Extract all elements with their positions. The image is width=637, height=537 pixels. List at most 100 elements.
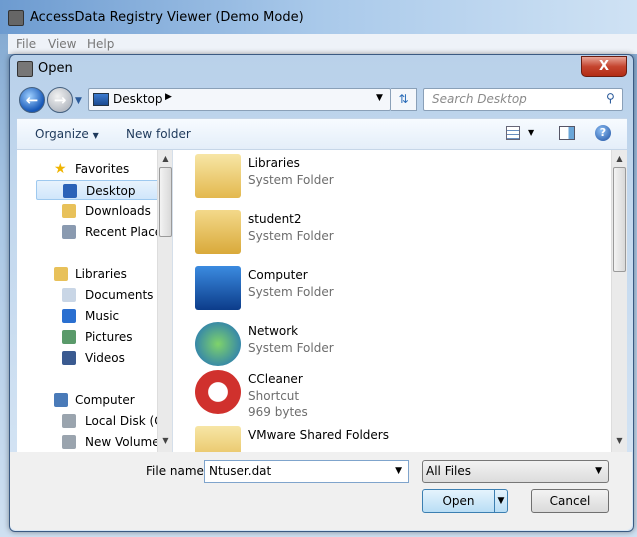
libraries-folder-icon bbox=[195, 154, 241, 198]
sidebar-item-documents[interactable]: Documents bbox=[36, 285, 172, 305]
file-list: Libraries System Folder student2 System Fol… bbox=[173, 150, 627, 452]
file-item-student2[interactable]: student2 System Folder bbox=[173, 208, 611, 262]
file-size: 969 bytes bbox=[248, 405, 308, 419]
sidebar-item-favorites[interactable]: ★ Favorites bbox=[36, 159, 172, 179]
open-button[interactable]: Open ▼ bbox=[422, 489, 508, 513]
scroll-up-icon[interactable]: ▲ bbox=[612, 154, 627, 163]
desktop-icon bbox=[93, 93, 109, 106]
file-item-libraries[interactable]: Libraries System Folder bbox=[173, 152, 611, 206]
search-input[interactable]: Search Desktop ⚲ bbox=[423, 88, 623, 111]
file-name: student2 bbox=[248, 212, 302, 226]
recent-pages-dropdown[interactable]: ▼ bbox=[75, 96, 82, 106]
address-dropdown-icon[interactable]: ▼ bbox=[376, 93, 383, 103]
sidebar-item-new-volume-e[interactable]: New Volume (E:) bbox=[36, 432, 172, 452]
menu-view[interactable]: View bbox=[48, 37, 76, 51]
disk-icon bbox=[62, 414, 76, 428]
file-item-network[interactable]: Network System Folder bbox=[173, 320, 611, 374]
scroll-down-icon[interactable]: ▼ bbox=[158, 436, 172, 445]
scroll-up-icon[interactable]: ▲ bbox=[158, 154, 172, 163]
file-name: CCleaner bbox=[248, 372, 303, 386]
pictures-icon bbox=[62, 330, 76, 344]
sidebar-item-music[interactable]: Music bbox=[36, 306, 172, 326]
file-name: VMware Shared Folders bbox=[248, 428, 389, 442]
file-type: System Folder bbox=[248, 285, 334, 299]
videos-icon bbox=[62, 351, 76, 365]
menu-help[interactable]: Help bbox=[87, 37, 114, 51]
libraries-icon bbox=[54, 267, 68, 281]
downloads-folder-icon bbox=[62, 204, 76, 218]
documents-icon bbox=[62, 288, 76, 302]
scroll-thumb[interactable] bbox=[159, 167, 172, 237]
organize-button[interactable]: Organize ▼ bbox=[35, 127, 99, 141]
dialog-title: Open bbox=[38, 61, 73, 76]
filetype-dropdown-icon[interactable]: ▼ bbox=[595, 461, 602, 482]
close-button[interactable]: X bbox=[581, 56, 627, 77]
open-dropdown-icon[interactable]: ▼ bbox=[494, 490, 507, 512]
menu-file[interactable]: File bbox=[16, 37, 36, 51]
sidebar-item-label: Documents bbox=[85, 288, 154, 302]
forward-button[interactable]: → bbox=[47, 87, 73, 113]
address-bar[interactable]: Desktop ▶ ▼ bbox=[88, 88, 391, 111]
sidebar-item-recent-places[interactable]: Recent Places bbox=[36, 222, 172, 242]
sidebar-item-label: Pictures bbox=[85, 330, 133, 344]
breadcrumb-chevron-icon[interactable]: ▶ bbox=[165, 92, 172, 102]
navigation-scrollbar[interactable]: ▲ ▼ bbox=[157, 150, 172, 452]
toolbar bbox=[17, 118, 627, 150]
change-view-icon[interactable] bbox=[506, 126, 520, 140]
dialog-icon bbox=[17, 61, 33, 77]
file-name: Libraries bbox=[248, 156, 300, 170]
desktop-icon bbox=[63, 184, 77, 198]
sidebar-item-label: Recent Places bbox=[85, 225, 169, 239]
sidebar-item-label: Videos bbox=[85, 351, 125, 365]
sidebar-item-label: Desktop bbox=[86, 184, 136, 198]
sidebar-item-downloads[interactable]: Downloads bbox=[36, 201, 172, 221]
scroll-thumb[interactable] bbox=[613, 167, 626, 272]
help-icon[interactable]: ? bbox=[595, 125, 611, 141]
file-item-computer[interactable]: Computer System Folder bbox=[173, 264, 611, 318]
disk-icon bbox=[62, 435, 76, 449]
file-type: System Folder bbox=[248, 173, 334, 187]
sidebar-item-videos[interactable]: Videos bbox=[36, 348, 172, 368]
filename-value: Ntuser.dat bbox=[209, 464, 272, 478]
back-button[interactable]: ← bbox=[19, 87, 45, 113]
open-label: Open bbox=[442, 494, 475, 508]
refresh-button[interactable]: ⇅ bbox=[391, 88, 417, 111]
view-dropdown-icon[interactable]: ▼ bbox=[528, 128, 534, 137]
recent-places-icon bbox=[62, 225, 76, 239]
sidebar-item-label: Computer bbox=[75, 393, 135, 407]
file-type: Shortcut bbox=[248, 389, 300, 403]
sidebar-item-local-disk-c[interactable]: Local Disk (C:) bbox=[36, 411, 172, 431]
new-folder-button[interactable]: New folder bbox=[126, 127, 191, 141]
file-type: System Folder bbox=[248, 229, 334, 243]
music-icon bbox=[62, 309, 76, 323]
file-item-ccleaner[interactable]: CCleaner Shortcut 969 bytes bbox=[173, 368, 611, 422]
computer-icon bbox=[54, 393, 68, 407]
sidebar-item-pictures[interactable]: Pictures bbox=[36, 327, 172, 347]
address-location: Desktop bbox=[113, 92, 163, 106]
computer-icon bbox=[195, 266, 241, 310]
star-icon: ★ bbox=[54, 161, 67, 177]
folder-icon bbox=[195, 426, 241, 452]
sidebar-item-libraries[interactable]: Libraries bbox=[36, 264, 172, 284]
search-placeholder: Search Desktop bbox=[432, 92, 527, 106]
chevron-down-icon: ▼ bbox=[92, 131, 99, 140]
app-title: AccessData Registry Viewer (Demo Mode) bbox=[30, 10, 304, 25]
filename-dropdown-icon[interactable]: ▼ bbox=[395, 461, 402, 482]
file-name: Computer bbox=[248, 268, 308, 282]
network-icon bbox=[195, 322, 241, 366]
filetype-value: All Files bbox=[426, 464, 472, 478]
sidebar-item-desktop[interactable]: Desktop bbox=[36, 180, 172, 200]
scroll-down-icon[interactable]: ▼ bbox=[612, 436, 627, 445]
ccleaner-shortcut-icon bbox=[195, 370, 241, 414]
sidebar-item-label: Libraries bbox=[75, 267, 127, 281]
sidebar-item-computer[interactable]: Computer bbox=[36, 390, 172, 410]
cancel-button[interactable]: Cancel bbox=[531, 489, 609, 513]
sidebar-item-label: Favorites bbox=[75, 162, 130, 176]
file-item-vmware-shared-folders[interactable]: VMware Shared Folders bbox=[173, 424, 611, 452]
search-icon[interactable]: ⚲ bbox=[606, 91, 615, 105]
file-name: Network bbox=[248, 324, 299, 338]
filename-input[interactable]: Ntuser.dat ▼ bbox=[204, 460, 409, 483]
preview-pane-icon[interactable] bbox=[559, 126, 575, 140]
file-list-scrollbar[interactable]: ▲ ▼ bbox=[611, 150, 627, 452]
filetype-select[interactable]: All Files ▼ bbox=[422, 460, 609, 483]
